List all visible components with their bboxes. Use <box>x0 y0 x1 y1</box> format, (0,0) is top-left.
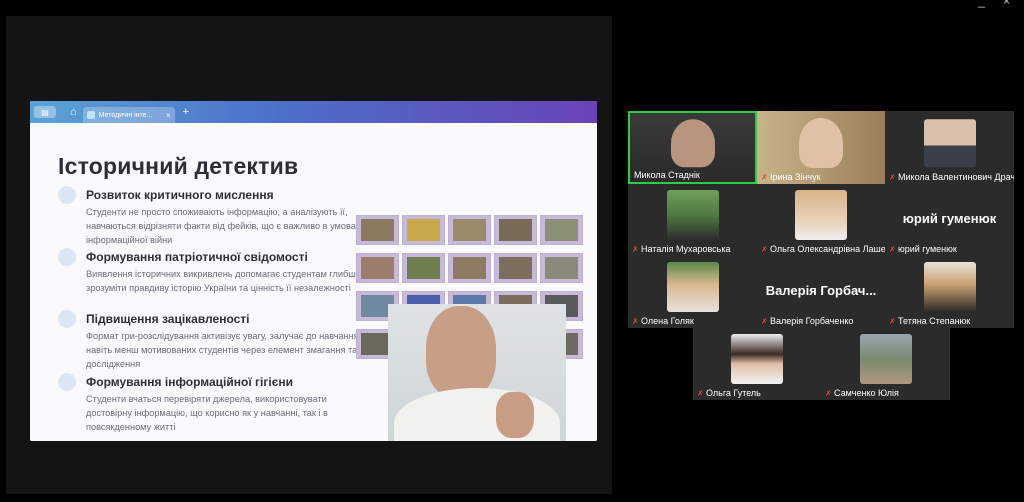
point-text: Студенти не просто споживають інформацію… <box>86 207 361 245</box>
muted-mic-icon: ✗ <box>761 172 768 182</box>
point-text: Формат гри-розслідування активізує увагу… <box>86 331 359 369</box>
participant-tile[interactable]: Валерія Горбач... ✗ Валерія Горбаченко <box>757 256 885 328</box>
browser-tab-bar: ▤ ⌂ Методичні інте... × + <box>30 101 597 123</box>
sidebar-toggle-icon[interactable]: ▤ <box>34 106 56 118</box>
thumbnail-image <box>402 215 445 245</box>
bullet-circle-icon <box>58 186 76 204</box>
point-text: Виявлення історичних викривлень допомага… <box>86 269 361 293</box>
participant-tile[interactable]: ✗ Ірина Зінчук <box>757 111 885 184</box>
tab-favicon-icon <box>86 111 95 119</box>
thumbnail-image <box>356 215 399 245</box>
point-title: Підвищення зацікавленості <box>86 312 250 326</box>
window-controls: _ × <box>978 0 1010 8</box>
bullet-circle-icon <box>58 310 76 328</box>
thumbnail-image <box>448 253 491 283</box>
point-text: Студенти вчаться перевіряти джерела, вик… <box>86 394 328 432</box>
participant-tile[interactable]: ✗ Ольга Олександрівна Лаше... <box>757 184 885 256</box>
participant-tile[interactable]: ✗ Ольга Гутель <box>693 328 821 400</box>
presenter-video-overlay <box>388 304 566 441</box>
minimize-button[interactable]: _ <box>978 0 985 8</box>
screen-share-panel: ▤ ⌂ Методичні інте... × + Історичний дет… <box>6 16 612 494</box>
muted-mic-icon: ✗ <box>761 316 768 326</box>
tab-title: Методичні інте... <box>98 111 153 119</box>
thumbnail-image <box>494 215 537 245</box>
new-tab-button[interactable]: + <box>183 106 189 118</box>
participant-tile[interactable]: юрий гуменюк ✗ юрий гуменюк <box>885 184 1014 256</box>
home-icon[interactable]: ⌂ <box>70 106 77 118</box>
browser-tab[interactable]: Методичні інте... × <box>82 107 175 123</box>
participant-display-name: юрий гуменюк <box>902 211 997 226</box>
participant-tile[interactable]: ✗ Олена Голяк <box>628 256 757 328</box>
bullet-circle-icon <box>58 248 76 266</box>
participant-name: Тетяна Степанюк <box>898 316 971 326</box>
participant-name: Олена Голяк <box>641 316 694 326</box>
participant-name: Наталія Мухаровська <box>641 244 731 254</box>
thumbnail-image <box>448 215 491 245</box>
bullet-circle-icon <box>58 373 76 391</box>
participant-tile[interactable]: ✗ Микола Валентинович Драч <box>885 111 1014 184</box>
muted-mic-icon: ✗ <box>761 244 768 254</box>
participant-name: Самченко Юлія <box>834 388 899 398</box>
participant-tile[interactable]: ✗ Наталія Мухаровська <box>628 184 757 256</box>
muted-mic-icon: ✗ <box>697 388 704 398</box>
participant-name: Ольга Гутель <box>706 388 761 398</box>
participant-name: Ольга Олександрівна Лаше... <box>770 244 885 254</box>
participant-tile[interactable]: ✗ Тетяна Степанюк <box>885 256 1014 328</box>
thumbnail-image <box>356 253 399 283</box>
point-title: Формування патріотичної свідомості <box>86 250 308 264</box>
participant-name: Валерія Горбаченко <box>770 316 854 326</box>
muted-mic-icon: ✗ <box>632 244 639 254</box>
point-title: Розвиток критичного мислення <box>86 188 274 202</box>
point-title: Формування інформаційної гігієни <box>86 375 293 389</box>
close-button[interactable]: × <box>1003 0 1010 8</box>
participant-tile[interactable]: ✗ Самченко Юлія <box>821 328 950 400</box>
slide-title: Історичний детектив <box>58 153 299 179</box>
thumbnail-image <box>494 253 537 283</box>
thumbnail-image <box>402 253 445 283</box>
participant-name: юрий гуменюк <box>898 244 957 254</box>
muted-mic-icon: ✗ <box>889 172 896 182</box>
muted-mic-icon: ✗ <box>825 388 832 398</box>
participant-name: Микола Валентинович Драч <box>898 172 1014 182</box>
participant-display-name: Валерія Горбач... <box>765 283 877 298</box>
muted-mic-icon: ✗ <box>632 316 639 326</box>
participant-name: Микола Стаднік <box>634 170 700 180</box>
muted-mic-icon: ✗ <box>889 244 896 254</box>
muted-mic-icon: ✗ <box>889 316 896 326</box>
participant-tile[interactable]: Микола Стаднік <box>628 111 757 184</box>
participant-name: Ірина Зінчук <box>770 172 821 182</box>
thumbnail-image <box>540 253 583 283</box>
thumbnail-image <box>540 215 583 245</box>
tab-close-icon[interactable]: × <box>166 111 171 120</box>
